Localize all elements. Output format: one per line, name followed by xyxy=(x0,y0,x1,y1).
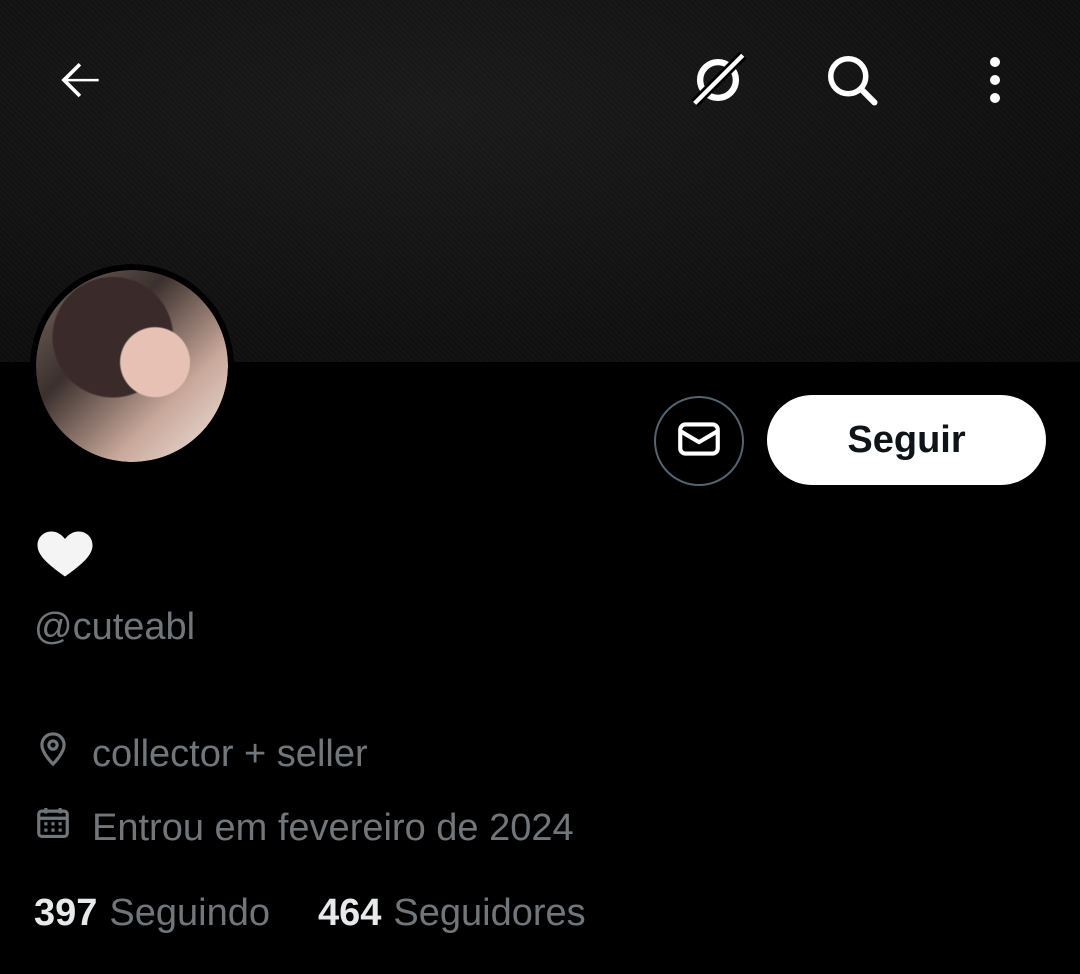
message-button[interactable] xyxy=(654,396,744,486)
back-button[interactable] xyxy=(50,52,110,112)
profile-handle: @cuteabl xyxy=(34,606,196,648)
following-label: Seguindo xyxy=(109,892,270,934)
avatar[interactable] xyxy=(30,264,234,468)
white-heart-icon xyxy=(34,529,96,584)
followers-link[interactable]: 464 Seguidores xyxy=(318,892,586,935)
joined-row: Entrou em fevereiro de 2024 xyxy=(34,803,574,853)
following-link[interactable]: 397 Seguindo xyxy=(34,892,270,935)
followers-label: Seguidores xyxy=(393,892,586,934)
followers-count: 464 xyxy=(318,892,382,934)
display-name xyxy=(34,530,98,582)
grok-button[interactable] xyxy=(688,51,748,112)
following-count: 397 xyxy=(34,892,98,934)
arrow-left-icon xyxy=(52,52,108,113)
envelope-icon xyxy=(674,414,724,469)
more-options-button[interactable] xyxy=(965,52,1025,112)
search-icon xyxy=(822,50,882,115)
location-pin-icon xyxy=(34,730,72,778)
search-button[interactable] xyxy=(822,52,882,112)
grok-icon xyxy=(685,47,751,118)
calendar-icon xyxy=(34,804,72,852)
more-vertical-icon xyxy=(965,50,1025,115)
follow-button[interactable]: Seguir xyxy=(767,395,1046,485)
avatar-image xyxy=(36,270,228,462)
location-row: collector + seller xyxy=(34,729,368,779)
follow-stats: 397 Seguindo 464 Seguidores xyxy=(34,892,586,935)
joined-text: Entrou em fevereiro de 2024 xyxy=(92,806,574,849)
location-text: collector + seller xyxy=(92,732,368,775)
